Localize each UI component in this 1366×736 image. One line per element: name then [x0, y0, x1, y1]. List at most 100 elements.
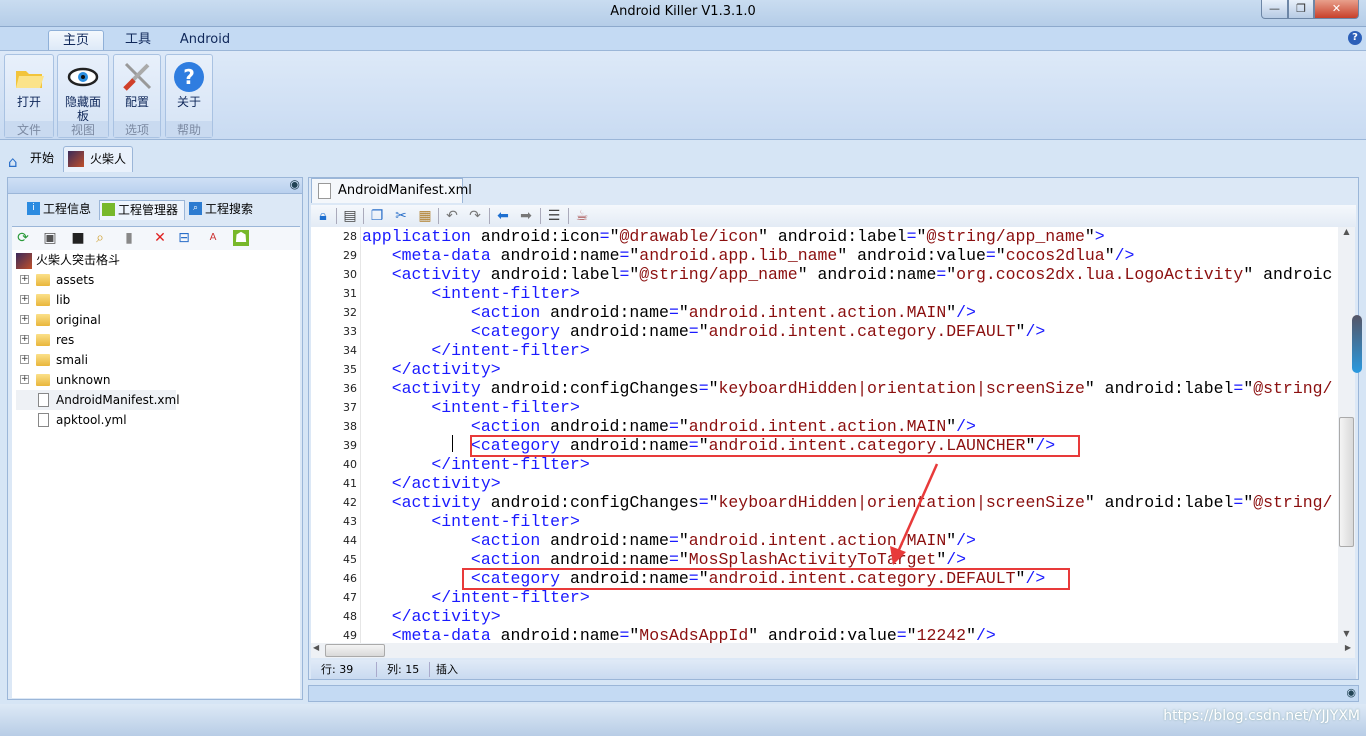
- paste-icon[interactable]: ▦: [417, 208, 433, 224]
- tree-item[interactable]: + res: [16, 330, 176, 350]
- tools-icon[interactable]: [121, 61, 153, 93]
- highlight-box-launcher: [470, 435, 1080, 457]
- code-line[interactable]: <meta-data android:name="MosAdsAppId" an…: [362, 626, 996, 643]
- undo-icon[interactable]: ↶: [444, 208, 460, 224]
- redo-icon[interactable]: ↷: [467, 208, 483, 224]
- tree-label: 火柴人突击格斗: [36, 253, 121, 267]
- help-icon[interactable]: ?: [1348, 31, 1362, 45]
- tree-item[interactable]: + unknown: [16, 370, 176, 390]
- tree-label: original: [56, 313, 101, 327]
- export-icon[interactable]: ▣: [42, 230, 58, 246]
- tab-start[interactable]: ⌂ 开始: [4, 146, 62, 172]
- expand-icon[interactable]: +: [20, 375, 29, 384]
- folder-icon: [36, 294, 50, 306]
- code-line[interactable]: <intent-filter>: [362, 398, 580, 417]
- save-icon[interactable]: ▤: [342, 208, 358, 224]
- code-line[interactable]: <action android:name="MosSplashActivityT…: [362, 550, 966, 569]
- tree-label: apktool.yml: [56, 413, 127, 427]
- tree-item[interactable]: + original: [16, 310, 176, 330]
- line-number-gutter: 28 29 30 31 32 33 34 35 36 37 38 39 40 41 42 43 44 45 46 47…: [311, 227, 361, 643]
- code-line[interactable]: <activity android:label="@string/app_nam…: [362, 265, 1333, 284]
- config-button[interactable]: 配置: [114, 95, 160, 109]
- delete-icon[interactable]: ✕: [152, 230, 168, 246]
- code-line[interactable]: <meta-data android:name="android.app.lib…: [362, 246, 1135, 265]
- window-title: Android Killer V1.3.1.0: [610, 4, 756, 19]
- code-line[interactable]: <category android:name="android.intent.c…: [362, 322, 1045, 341]
- help-icon[interactable]: ?: [173, 61, 205, 93]
- cut-icon[interactable]: ✂: [393, 208, 409, 224]
- expand-icon[interactable]: +: [20, 335, 29, 344]
- rename-icon[interactable]: ⊟: [176, 230, 192, 246]
- code-line[interactable]: <activity android:configChanges="keyboar…: [362, 379, 1333, 398]
- format-icon[interactable]: ☰: [546, 208, 562, 224]
- tree-item[interactable]: + smali: [16, 350, 176, 370]
- code-line[interactable]: </activity>: [362, 474, 501, 493]
- forward-icon[interactable]: ➡: [518, 208, 534, 224]
- close-button[interactable]: ✕: [1314, 0, 1359, 19]
- java-icon[interactable]: ☕: [574, 208, 590, 224]
- text-file-icon[interactable]: A: [205, 230, 221, 246]
- eye-icon[interactable]: ◉: [290, 177, 300, 191]
- vertical-scrollbar[interactable]: ▲ ▼: [1338, 227, 1355, 643]
- eye-icon[interactable]: [67, 61, 99, 93]
- editor-tab[interactable]: AndroidManifest.xml: [311, 178, 472, 203]
- open-folder-icon[interactable]: [13, 61, 45, 93]
- code-line[interactable]: <action android:name="android.intent.act…: [362, 531, 976, 550]
- group-label: 选项: [114, 121, 160, 137]
- code-line[interactable]: <intent-filter>: [362, 512, 580, 531]
- lock-icon[interactable]: 🔒︎: [315, 208, 331, 224]
- tab-project-manager[interactable]: 工程管理器: [99, 200, 185, 220]
- scroll-down-icon[interactable]: ▼: [1338, 629, 1355, 643]
- android-icon[interactable]: ☗: [233, 230, 249, 246]
- tab-project[interactable]: 火柴人: [63, 146, 133, 172]
- line-number: 32: [343, 306, 357, 319]
- tab-project-info[interactable]: i 工程信息: [25, 200, 97, 220]
- minimize-button[interactable]: —: [1261, 0, 1288, 19]
- code-line[interactable]: <intent-filter>: [362, 284, 580, 303]
- scrollbar-thumb[interactable]: [1339, 417, 1354, 547]
- open-button[interactable]: 打开: [5, 95, 53, 109]
- copy-icon[interactable]: ❐: [369, 208, 385, 224]
- tree-item[interactable]: + lib: [16, 290, 176, 310]
- expand-icon[interactable]: +: [20, 315, 29, 324]
- horizontal-scrollbar[interactable]: ◀ ▶: [311, 643, 1355, 658]
- tree-item[interactable]: apktool.yml: [16, 410, 176, 430]
- side-slider[interactable]: [1352, 315, 1362, 373]
- code-line[interactable]: <action android:name="android.intent.act…: [362, 303, 976, 322]
- hide-panel-button[interactable]: 隐藏面板: [58, 95, 108, 123]
- eye-icon[interactable]: ◉: [1346, 686, 1356, 699]
- code-line[interactable]: application android:icon="@drawable/icon…: [362, 227, 1105, 246]
- code-line[interactable]: <action android:name="android.intent.act…: [362, 417, 976, 436]
- expand-icon[interactable]: +: [20, 355, 29, 364]
- tree-item[interactable]: + assets: [16, 270, 176, 290]
- restore-button[interactable]: ❐: [1288, 0, 1314, 19]
- book-icon[interactable]: ▮: [121, 230, 137, 246]
- code-line[interactable]: <activity android:configChanges="keyboar…: [362, 493, 1333, 512]
- tab-home[interactable]: 主页: [48, 30, 104, 52]
- tab-tools[interactable]: 工具: [112, 30, 164, 52]
- expand-icon[interactable]: +: [20, 275, 29, 284]
- scrollbar-thumb[interactable]: [325, 644, 385, 657]
- open-folder-search-icon[interactable]: ⌕: [92, 230, 108, 246]
- tab-label: 开始: [30, 151, 55, 165]
- tree-item[interactable]: AndroidManifest.xml: [16, 390, 180, 410]
- svg-text:?: ?: [183, 65, 195, 89]
- code-line[interactable]: </intent-filter>: [362, 588, 589, 607]
- code-line[interactable]: </intent-filter>: [362, 455, 589, 474]
- scroll-left-icon[interactable]: ◀: [313, 643, 319, 652]
- file-icon: [318, 183, 331, 199]
- status-mode: 插入: [436, 663, 458, 676]
- scroll-right-icon[interactable]: ▶: [1345, 643, 1351, 652]
- back-icon[interactable]: ⬅: [495, 208, 511, 224]
- refresh-icon[interactable]: ⟳: [15, 230, 31, 246]
- tab-android[interactable]: Android: [172, 30, 238, 52]
- expand-icon[interactable]: +: [20, 295, 29, 304]
- tab-project-search[interactable]: ⌕ 工程搜索: [187, 200, 267, 220]
- about-button[interactable]: 关于: [166, 95, 212, 109]
- code-line[interactable]: </activity>: [362, 360, 501, 379]
- terminal-icon[interactable]: ■: [70, 230, 86, 246]
- code-line[interactable]: </intent-filter>: [362, 341, 589, 360]
- tree-root[interactable]: 火柴人突击格斗: [16, 250, 120, 270]
- code-line[interactable]: </activity>: [362, 607, 501, 626]
- scroll-up-icon[interactable]: ▲: [1338, 227, 1355, 241]
